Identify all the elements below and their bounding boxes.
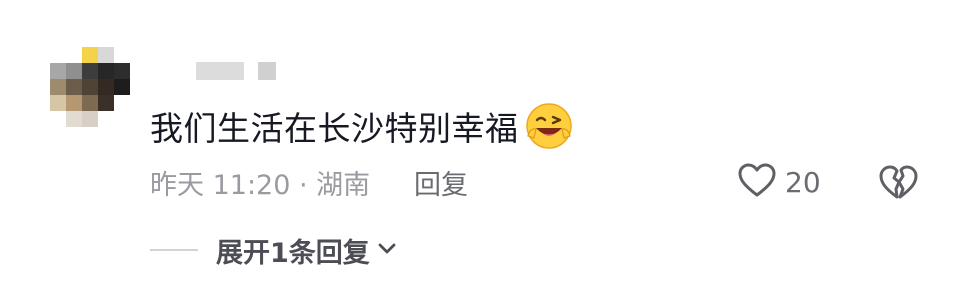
chevron-down-icon <box>376 240 398 260</box>
reply-label: 回复 <box>414 169 468 201</box>
avatar[interactable] <box>50 47 130 127</box>
username-redacted[interactable] <box>196 62 276 80</box>
grinning-wink-emoji-icon <box>523 100 575 152</box>
like-count: 20 <box>785 165 821 199</box>
comment-text: 我们生活在长沙特别幸福 <box>150 109 519 148</box>
divider-line <box>150 249 198 251</box>
dislike-button[interactable] <box>876 161 920 203</box>
comment-meta: 昨天 11:20 · 湖南 <box>150 162 370 202</box>
comment-body: 我们生活在长沙特别幸福 <box>150 96 575 156</box>
timestamp-location: 昨天 11:20 · 湖南 <box>150 169 371 201</box>
username-block <box>196 62 244 80</box>
reply-button[interactable]: 回复 <box>414 162 468 202</box>
broken-heart-icon <box>876 165 920 207</box>
expand-replies-label: 展开1条回复 <box>216 237 370 269</box>
expand-replies-button[interactable]: 展开1条回复 <box>150 230 398 270</box>
like-button[interactable]: 20 <box>737 160 821 204</box>
username-badge-block <box>258 62 276 80</box>
heart-outline-icon <box>737 162 777 202</box>
